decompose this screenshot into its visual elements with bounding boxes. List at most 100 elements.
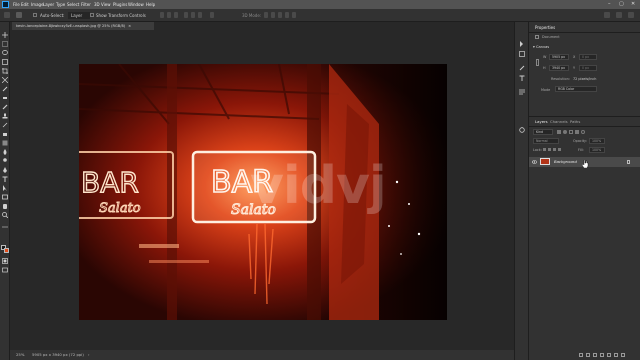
clone-stamp-tool-icon[interactable] <box>2 113 8 119</box>
photoshop-logo-icon[interactable] <box>2 1 9 8</box>
pen-tool-icon[interactable] <box>2 167 8 173</box>
move-tool-icon[interactable] <box>2 32 8 38</box>
show-transform-checkbox[interactable] <box>90 13 94 17</box>
screen-mode-icon[interactable] <box>2 267 8 273</box>
background-color-swatch[interactable] <box>4 248 9 253</box>
menu-help[interactable]: Help <box>146 0 155 9</box>
height-field[interactable]: 3940 px <box>549 65 569 71</box>
eraser-tool-icon[interactable] <box>2 131 8 137</box>
dodge-tool-icon[interactable] <box>2 158 8 164</box>
document-info[interactable]: 5905 px x 3940 px (72 ppi) <box>32 350 84 360</box>
share-icon[interactable] <box>628 12 634 18</box>
menu-select[interactable]: Select <box>67 0 79 9</box>
workspace-icon[interactable] <box>616 12 622 18</box>
3d-rotate-icon[interactable] <box>264 12 268 18</box>
brush-settings-icon[interactable] <box>519 56 525 71</box>
3d-scale-icon[interactable] <box>292 12 296 18</box>
tab-paths[interactable]: Paths <box>570 119 580 124</box>
more-options-icon[interactable] <box>210 12 214 18</box>
filter-smart-object-icon[interactable] <box>581 130 585 134</box>
lock-pixels-icon[interactable] <box>543 148 546 151</box>
menu-view[interactable]: View <box>101 0 111 9</box>
eyedropper-tool-icon[interactable] <box>2 86 8 92</box>
filter-adjustment-icon[interactable] <box>563 130 567 134</box>
search-icon[interactable] <box>604 12 610 18</box>
canvas-section-toggle[interactable]: ▾ Canvas <box>533 45 549 49</box>
zoom-tool-icon[interactable] <box>2 212 8 218</box>
link-dimensions-icon[interactable] <box>536 59 539 66</box>
hand-tool-icon[interactable] <box>2 203 8 209</box>
3d-slide-icon[interactable] <box>285 12 289 18</box>
color-mode-dropdown[interactable]: RGB Color <box>555 86 597 92</box>
new-group-icon[interactable] <box>607 353 611 357</box>
3d-roll-icon[interactable] <box>271 12 275 18</box>
marquee-tool-icon[interactable] <box>2 41 8 47</box>
menu-filter[interactable]: Filter <box>81 0 91 9</box>
align-center-icon[interactable] <box>167 12 171 18</box>
delete-layer-icon[interactable] <box>621 353 625 357</box>
filter-shape-icon[interactable] <box>575 130 579 134</box>
lock-all-icon[interactable] <box>558 148 561 151</box>
crop-tool-icon[interactable] <box>2 68 8 74</box>
history-brush-tool-icon[interactable] <box>2 122 8 128</box>
filter-pixel-icon[interactable] <box>557 130 561 134</box>
eye-visibility-icon[interactable] <box>532 160 537 164</box>
paragraph-panel-icon[interactable] <box>519 80 525 95</box>
blend-mode-dropdown[interactable]: Normal <box>533 138 559 144</box>
gradient-tool-icon[interactable] <box>2 140 8 146</box>
new-adjustment-layer-icon[interactable] <box>600 353 604 357</box>
home-icon[interactable] <box>4 12 10 18</box>
menu-edit[interactable]: Edit <box>21 0 29 9</box>
more-tools-icon[interactable] <box>2 224 8 230</box>
history-panel-icon[interactable] <box>519 32 525 47</box>
align-middle-icon[interactable] <box>191 12 195 18</box>
lock-position-icon[interactable] <box>548 148 551 151</box>
frame-tool-icon[interactable] <box>2 77 8 83</box>
healing-brush-tool-icon[interactable] <box>2 95 8 101</box>
menu-3d[interactable]: 3D <box>94 0 100 9</box>
layer-lock-icon[interactable] <box>627 160 630 164</box>
zoom-level[interactable]: 25% <box>16 350 24 360</box>
brush-tool-icon[interactable] <box>2 104 8 110</box>
adjustments-panel-icon[interactable] <box>519 42 525 57</box>
auto-select-checkbox[interactable] <box>33 13 37 17</box>
layer-style-icon[interactable] <box>586 353 590 357</box>
menu-file[interactable]: File <box>13 0 20 9</box>
properties-panel-title[interactable]: Properties <box>535 25 555 30</box>
maximize-button[interactable]: ▢ <box>619 0 624 9</box>
lasso-tool-icon[interactable] <box>2 50 8 56</box>
y-field[interactable]: 0 px <box>579 65 597 71</box>
close-button[interactable]: ✕ <box>631 0 635 9</box>
close-tab-icon[interactable]: × <box>128 24 131 28</box>
document-tab[interactable]: kevin-lanceplaine-8jbwkcxy5zE-unsplash.j… <box>12 22 154 30</box>
tab-channels[interactable]: Channels <box>550 119 568 124</box>
type-tool-icon[interactable] <box>2 176 8 182</box>
menu-plugins[interactable]: Plugins <box>113 0 127 9</box>
menu-image[interactable]: Image <box>31 0 44 9</box>
rectangle-tool-icon[interactable] <box>2 194 8 200</box>
align-bottom-icon[interactable] <box>198 12 202 18</box>
link-layers-icon[interactable] <box>579 353 583 357</box>
path-selection-tool-icon[interactable] <box>2 185 8 191</box>
opacity-field[interactable]: 100% <box>589 138 605 144</box>
auto-select-dropdown[interactable]: Layer <box>68 12 90 19</box>
resolution-value[interactable]: 72 pixels/inch <box>573 77 596 81</box>
align-left-icon[interactable] <box>160 12 164 18</box>
object-selection-tool-icon[interactable] <box>2 59 8 65</box>
move-tool-preset-icon[interactable] <box>16 12 22 18</box>
x-field[interactable]: 0 px <box>579 54 597 60</box>
menu-layer[interactable]: Layer <box>43 0 54 9</box>
align-top-icon[interactable] <box>184 12 188 18</box>
menu-window[interactable]: Window <box>128 0 144 9</box>
minimize-button[interactable]: – <box>608 0 611 9</box>
properties-panel-icon[interactable] <box>519 118 525 133</box>
filter-type-icon[interactable] <box>569 130 573 134</box>
3d-drag-icon[interactable] <box>278 12 282 18</box>
menu-type[interactable]: Type <box>56 0 65 9</box>
new-layer-icon[interactable] <box>614 353 618 357</box>
add-mask-icon[interactable] <box>593 353 597 357</box>
character-panel-icon[interactable] <box>519 66 525 81</box>
layer-filter-dropdown[interactable]: Kind <box>533 129 553 135</box>
lock-artboard-icon[interactable] <box>553 148 556 151</box>
layer-name[interactable]: Background <box>554 157 577 167</box>
